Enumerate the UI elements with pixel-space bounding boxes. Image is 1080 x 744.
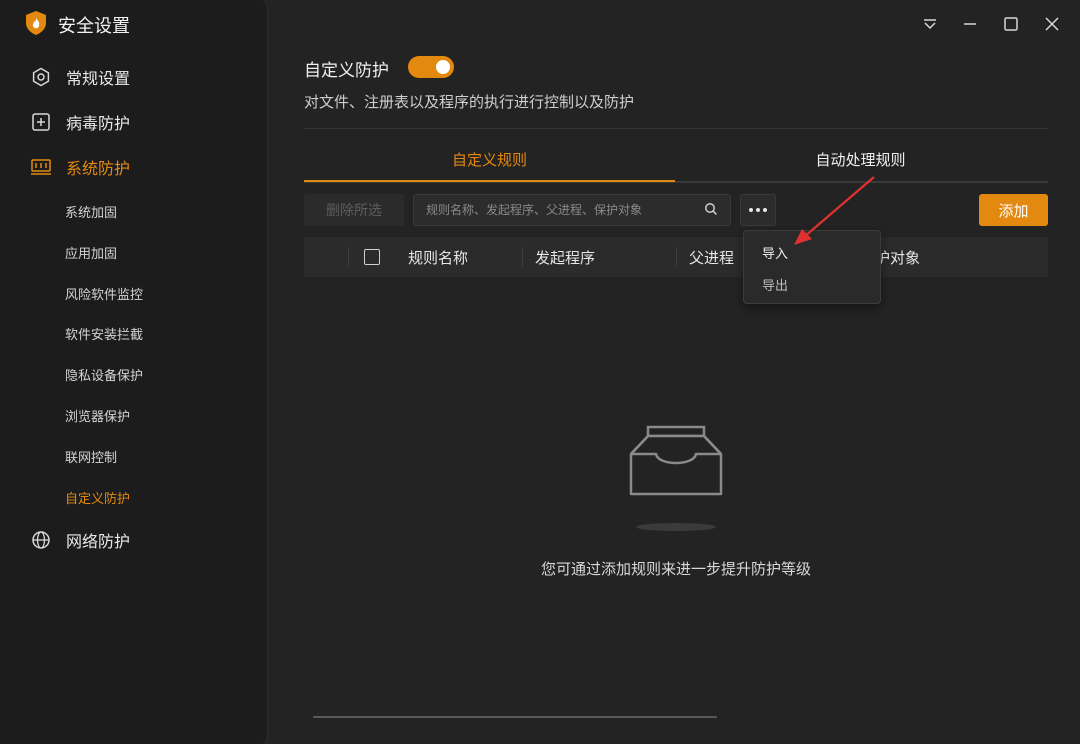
gear-icon bbox=[30, 66, 52, 88]
sidebar-item-network[interactable]: 网络防护 bbox=[30, 528, 130, 552]
table-header: 规则名称 发起程序 父进程 保护对象 bbox=[304, 237, 1048, 277]
sidebar-subitem-app-hardening[interactable]: 应用加固 bbox=[65, 243, 117, 262]
plus-square-icon bbox=[30, 111, 52, 133]
sidebar-item-label: 病毒防护 bbox=[66, 114, 131, 133]
sidebar-item-general[interactable]: 常规设置 bbox=[30, 65, 130, 89]
more-dot bbox=[749, 208, 753, 212]
empty-icon-shadow bbox=[636, 523, 716, 531]
more-dot bbox=[756, 208, 760, 212]
sidebar-subitem-custom-protection[interactable]: 自定义防护 bbox=[65, 488, 130, 507]
empty-inbox-icon bbox=[628, 424, 724, 502]
sidebar-item-label: 常规设置 bbox=[66, 69, 131, 88]
maximize-icon[interactable] bbox=[999, 12, 1023, 36]
shield-flame-logo-icon bbox=[24, 10, 48, 40]
more-options-button[interactable] bbox=[740, 194, 776, 226]
empty-state-message: 您可通过添加规则来进一步提升防护等级 bbox=[540, 560, 811, 578]
sidebar-subitem-browser[interactable]: 浏览器保护 bbox=[65, 406, 130, 425]
more-dot bbox=[763, 208, 767, 212]
close-icon[interactable] bbox=[1040, 12, 1064, 36]
page-description: 对文件、注册表以及程序的执行进行控制以及防护 bbox=[304, 93, 635, 111]
column-header-parent-process[interactable]: 父进程 bbox=[689, 237, 734, 277]
column-separator bbox=[676, 247, 677, 267]
toggle-knob bbox=[436, 60, 450, 74]
system-icon bbox=[30, 156, 52, 178]
select-all-checkbox[interactable] bbox=[364, 249, 380, 265]
sidebar-item-label: 系统防护 bbox=[66, 159, 131, 178]
sidebar: 安全设置 常规设置 病毒防护 系统防护 系统加固 应用加固 风险软件监控 软件安… bbox=[0, 0, 268, 744]
sidebar-item-label: 网络防护 bbox=[66, 532, 131, 551]
column-separator bbox=[522, 247, 523, 267]
sidebar-subitem-system-hardening[interactable]: 系统加固 bbox=[65, 202, 117, 221]
menu-item-export[interactable]: 导出 bbox=[762, 275, 788, 294]
search-icon[interactable] bbox=[704, 201, 718, 220]
column-header-initiator[interactable]: 发起程序 bbox=[535, 237, 595, 277]
globe-icon bbox=[30, 529, 52, 551]
sidebar-item-virus[interactable]: 病毒防护 bbox=[30, 110, 130, 134]
sidebar-subitem-privacy-device[interactable]: 隐私设备保护 bbox=[65, 365, 143, 384]
horizontal-scrollbar[interactable] bbox=[313, 716, 717, 718]
sidebar-item-system[interactable]: 系统防护 bbox=[30, 155, 130, 179]
sidebar-subitem-network-control[interactable]: 联网控制 bbox=[65, 447, 117, 466]
column-header-rule-name[interactable]: 规则名称 bbox=[408, 237, 468, 277]
tab-underline-active bbox=[304, 180, 675, 182]
red-arrow-annotation bbox=[794, 176, 875, 245]
page-title: 自定义防护 bbox=[304, 61, 389, 81]
tab-auto-rules[interactable]: 自动处理规则 bbox=[675, 149, 1046, 170]
divider bbox=[304, 128, 1048, 129]
tab-custom-rules[interactable]: 自定义规则 bbox=[304, 149, 675, 170]
menu-dropdown-icon[interactable] bbox=[918, 12, 942, 36]
brand: 安全设置 bbox=[24, 10, 130, 40]
app-title: 安全设置 bbox=[58, 16, 130, 37]
minimize-icon[interactable] bbox=[958, 12, 982, 36]
delete-selected-button[interactable]: 删除所选 bbox=[304, 194, 404, 226]
sidebar-subitem-install-block[interactable]: 软件安装拦截 bbox=[65, 324, 143, 343]
search-box bbox=[413, 194, 731, 226]
column-separator bbox=[348, 247, 349, 267]
add-button[interactable]: 添加 bbox=[979, 194, 1048, 226]
search-input[interactable] bbox=[426, 203, 704, 217]
custom-protection-toggle[interactable] bbox=[408, 56, 454, 78]
menu-item-import[interactable]: 导入 bbox=[762, 243, 788, 262]
sidebar-subitem-risk-software[interactable]: 风险软件监控 bbox=[65, 284, 143, 303]
